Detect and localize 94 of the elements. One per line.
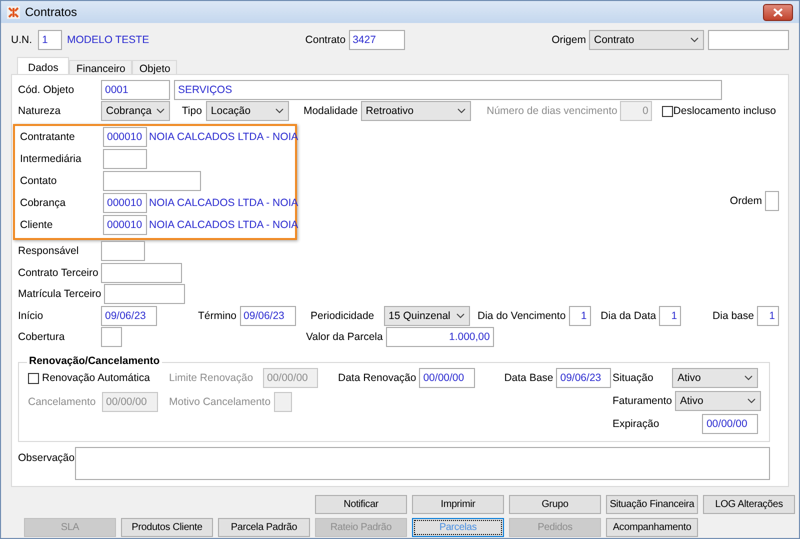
field-label: Cobrança bbox=[20, 197, 67, 210]
field-label: Data Renovação bbox=[338, 372, 418, 384]
checkbox-label: Deslocamento incluso bbox=[673, 105, 777, 118]
field-label: Tipo bbox=[182, 105, 203, 118]
notes-field[interactable] bbox=[75, 447, 770, 480]
input-field[interactable]: SERVIÇOS bbox=[174, 80, 722, 100]
tab[interactable]: Financeiro bbox=[69, 60, 132, 75]
tab[interactable]: Dados bbox=[17, 57, 70, 75]
dropdown[interactable]: Locação bbox=[206, 101, 289, 122]
input-field[interactable]: 09/06/23 bbox=[240, 306, 296, 326]
input-field[interactable]: 000010 bbox=[103, 215, 147, 236]
checkbox[interactable] bbox=[662, 106, 674, 117]
field-label: Dia base bbox=[712, 310, 755, 322]
input-field[interactable]: 1 bbox=[38, 30, 62, 50]
field-label: Cobertura bbox=[18, 331, 66, 344]
input-field[interactable]: 1 bbox=[757, 306, 779, 326]
input-field[interactable]: 3427 bbox=[348, 30, 405, 50]
input-field[interactable] bbox=[101, 262, 182, 283]
input-field[interactable]: 1 bbox=[568, 306, 591, 326]
dropdown[interactable]: 15 Quinzenal bbox=[384, 306, 470, 326]
action-button[interactable]: Notificar bbox=[315, 495, 407, 514]
action-button[interactable]: Situação Financeira bbox=[606, 495, 698, 514]
input-field[interactable] bbox=[104, 284, 186, 304]
dropdown[interactable]: Retroativo bbox=[360, 101, 471, 122]
unit-name: MODELO TESTE bbox=[67, 34, 150, 46]
field-label: Matrícula Terceiro bbox=[18, 288, 102, 300]
app-icon bbox=[7, 6, 20, 18]
field-label: Origem bbox=[552, 34, 587, 46]
action-button[interactable]: Imprimir bbox=[412, 495, 504, 514]
field-label: Cód. Objeto bbox=[18, 84, 76, 96]
field-label: Situação bbox=[612, 372, 654, 384]
group-title: Renovação/Cancelamento bbox=[27, 355, 162, 368]
action-button[interactable]: LOG Alterações bbox=[703, 495, 795, 514]
chevron-down-icon bbox=[156, 108, 165, 114]
dropdown[interactable]: Ativo bbox=[675, 391, 761, 412]
field-label: Faturamento bbox=[612, 395, 673, 408]
field-label: Início bbox=[18, 310, 44, 322]
chevron-down-icon bbox=[690, 37, 699, 43]
field-label: Intermediária bbox=[20, 153, 82, 166]
field-label: Limite Renovação bbox=[169, 372, 254, 384]
input-field[interactable]: 00/00/00 bbox=[702, 414, 758, 434]
input-field[interactable]: 0001 bbox=[101, 80, 170, 100]
field-label: Contratante bbox=[20, 131, 76, 144]
input-field[interactable]: 1.000,00 bbox=[386, 327, 494, 348]
chevron-down-icon bbox=[744, 374, 754, 381]
checkbox-label: Renovação Automática bbox=[42, 372, 151, 384]
field-label: Contato bbox=[20, 175, 58, 188]
input-field[interactable] bbox=[103, 149, 147, 170]
input-field[interactable]: 1 bbox=[659, 306, 682, 326]
chevron-down-icon bbox=[747, 398, 756, 404]
field-label: Modalidade bbox=[303, 105, 359, 118]
checkbox[interactable] bbox=[28, 372, 39, 384]
dropdown[interactable]: Cobrança bbox=[101, 101, 170, 122]
dropdown[interactable]: Ativo bbox=[672, 368, 758, 388]
input-field[interactable]: 00/00/00 bbox=[419, 368, 476, 388]
field-label: Motivo Cancelamento bbox=[169, 396, 272, 408]
field-label: Responsável bbox=[18, 244, 80, 257]
input-field[interactable] bbox=[101, 240, 145, 261]
field-label: U.N. bbox=[11, 34, 33, 46]
action-button[interactable]: Produtos Cliente bbox=[121, 518, 213, 537]
field-label: Valor da Parcela bbox=[306, 331, 384, 344]
dropdown[interactable]: Contrato bbox=[589, 30, 704, 50]
window-title: Contratos bbox=[25, 5, 78, 19]
input-field[interactable] bbox=[765, 191, 779, 212]
field-label: Contrato bbox=[305, 34, 347, 46]
field-label: Periodicidade bbox=[310, 310, 376, 322]
field-label: Data Base bbox=[504, 372, 554, 384]
field-label: Dia da Data bbox=[600, 310, 658, 322]
input-field[interactable] bbox=[101, 327, 122, 348]
field-label: Término bbox=[198, 310, 238, 322]
chevron-down-icon bbox=[456, 108, 466, 114]
field-label: Expiração bbox=[612, 418, 660, 430]
action-button[interactable]: Grupo bbox=[509, 495, 601, 514]
close-icon bbox=[773, 8, 783, 16]
field-label: Número de dias vencimento bbox=[486, 105, 618, 118]
field-label: Cancelamento bbox=[28, 396, 97, 408]
field-label: Ordem bbox=[730, 195, 763, 208]
close-button[interactable] bbox=[763, 4, 793, 20]
input-field[interactable]: 000010 bbox=[103, 127, 147, 148]
field-label: Cliente bbox=[20, 219, 54, 232]
input-field[interactable]: 09/06/23 bbox=[101, 306, 157, 326]
field-label: Natureza bbox=[18, 105, 62, 118]
chevron-down-icon bbox=[456, 312, 465, 319]
field-label: Dia do Vencimento bbox=[478, 310, 567, 322]
input-field[interactable]: 000010 bbox=[103, 193, 147, 214]
input-field[interactable] bbox=[103, 171, 201, 192]
action-button[interactable]: Acompanhamento bbox=[606, 518, 698, 537]
input-field[interactable] bbox=[708, 30, 789, 50]
chevron-down-icon bbox=[274, 108, 284, 114]
input-field[interactable]: 09/06/23 bbox=[556, 368, 612, 388]
action-button[interactable]: Parcela Padrão bbox=[218, 518, 310, 537]
tab[interactable]: Objeto bbox=[132, 60, 178, 75]
field-label: Contrato Terceiro bbox=[18, 266, 100, 279]
field-label: Observação bbox=[18, 452, 75, 466]
